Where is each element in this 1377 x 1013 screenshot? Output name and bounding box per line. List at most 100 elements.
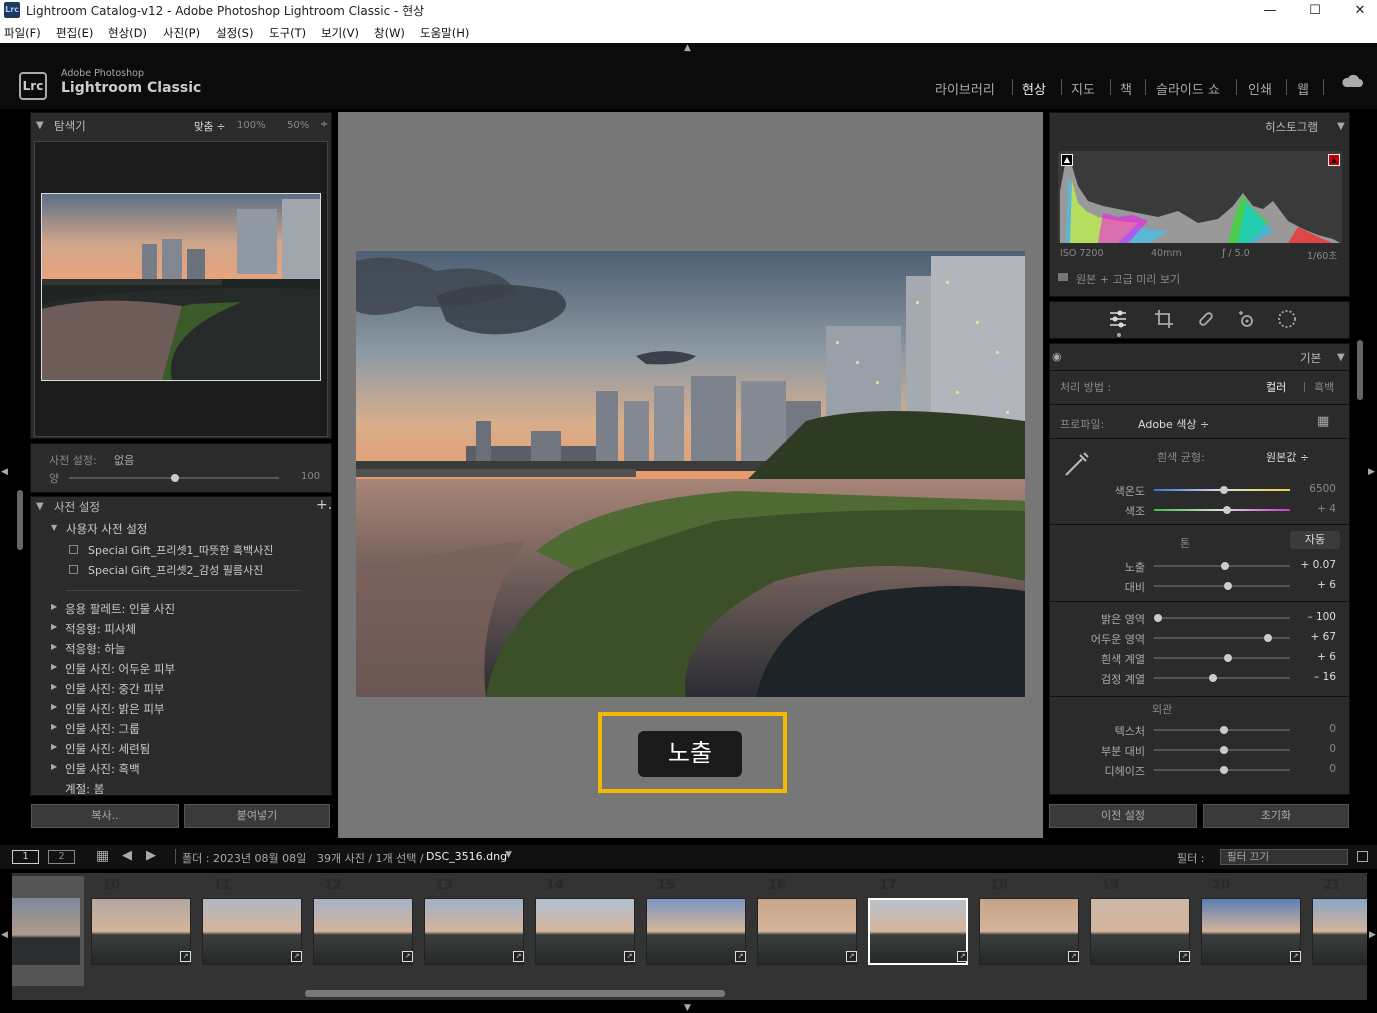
slider-knob[interactable] [1220,486,1228,494]
slider-track[interactable] [1154,614,1290,622]
module-print[interactable]: 인쇄 [1248,79,1272,98]
zoom-more[interactable]: ÷ [320,119,328,130]
frame-thumbnail[interactable] [1201,898,1301,965]
slider-track[interactable] [1154,486,1290,494]
menu-photo[interactable]: 사진(P) [163,25,200,41]
profile-select[interactable]: Adobe 색상 ÷ [1138,416,1209,432]
collapse-bottom-icon[interactable]: ▼ [684,1003,691,1013]
slider-value[interactable]: – 100 [1296,611,1336,623]
navigator-preview[interactable] [41,193,321,381]
preset-group[interactable]: 인물 사진: 세련됨 [51,741,150,757]
menu-tools[interactable]: 도구(T) [269,25,306,41]
preset-group[interactable]: 인물 사진: 밝은 피부 [51,701,165,717]
preset-group[interactable]: 적응형: 하늘 [51,641,126,657]
frame-thumbnail[interactable] [757,898,857,965]
filmstrip-frame-partial[interactable] [12,876,85,986]
module-slideshow[interactable]: 슬라이드 쇼 [1156,79,1220,98]
frame-thumbnail[interactable] [424,898,524,965]
menu-view[interactable]: 보기(V) [321,25,359,41]
slider-value[interactable]: 0 [1296,763,1336,775]
forward-arrow-icon[interactable]: ▶ [146,848,156,863]
frame-thumbnail[interactable] [313,898,413,965]
primary-display-button[interactable]: 1 [12,850,39,864]
histogram-graph[interactable] [1058,151,1342,243]
filmstrip-frame[interactable]: 15 ↗ [624,876,746,986]
filmstrip-frame[interactable]: 12 ↗ [291,876,413,986]
frame-thumbnail[interactable] [535,898,635,965]
treatment-bw[interactable]: 흑백 [1314,379,1334,395]
collapse-triangle-icon[interactable]: ▼ [1337,121,1345,132]
profile-browser-icon[interactable]: ▦ [1317,414,1329,429]
slider-value[interactable]: 6500 [1296,483,1336,495]
filmstrip-frame[interactable]: 18 ↗ [957,876,1079,986]
slider-value[interactable]: + 67 [1296,631,1337,643]
slider-knob[interactable] [1223,582,1232,590]
filmstrip-frame[interactable]: 13 ↗ [402,876,524,986]
filmstrip-frame[interactable]: 17 ↗ [846,876,968,986]
edit-sliders-icon[interactable] [1108,309,1128,333]
copy-button[interactable]: 복사.. [31,804,179,828]
red-eye-icon[interactable] [1237,309,1257,333]
slider-value[interactable]: + 0.07 [1296,559,1336,571]
frame-thumbnail[interactable] [1090,898,1190,965]
close-button[interactable]: ✕ [1338,0,1377,21]
filmstrip-frame[interactable]: 16 ↗ [735,876,857,986]
maximize-button[interactable]: ☐ [1293,0,1337,21]
slider-knob[interactable] [1222,506,1231,514]
user-preset-item[interactable]: Special Gift_프리셋1_따뜻한 흑백사진 [88,542,273,558]
slider-track[interactable] [1154,746,1290,754]
preset-group[interactable]: 계절: 봄 [65,781,104,794]
healing-icon[interactable] [1196,309,1216,333]
module-book[interactable]: 책 [1120,79,1132,98]
collapse-left-icon[interactable]: ◀ [1,467,8,477]
collapse-triangle-icon[interactable]: ▼ [36,501,44,512]
minimize-button[interactable]: — [1248,0,1292,21]
user-preset-item[interactable]: Special Gift_프리셋2_감성 필름사진 [88,562,263,578]
preset-group[interactable]: 인물 사진: 그룹 [51,721,140,737]
frame-thumbnail[interactable] [202,898,302,965]
filter-select[interactable]: 필터 끄기 [1220,849,1348,865]
cloud-icon[interactable] [1340,73,1364,93]
slider-track[interactable] [1154,506,1290,514]
slider-knob[interactable] [1220,746,1228,754]
expand-triangle-icon[interactable]: ▼ [51,523,57,532]
filmstrip-frame[interactable]: 14 ↗ [513,876,635,986]
menu-edit[interactable]: 편집(E) [56,25,93,41]
auto-button[interactable]: 자동 [1290,531,1340,549]
slider-value[interactable]: + 6 [1296,651,1336,663]
secondary-display-button[interactable]: 2 [48,850,75,864]
collapse-top-icon[interactable]: ▲ [684,43,691,53]
back-arrow-icon[interactable]: ◀ [122,848,132,863]
filmstrip-left-icon[interactable]: ◀ [1,930,8,940]
slider-track[interactable] [1154,654,1290,662]
zoom-fit[interactable]: 맞춤 ÷ [194,119,225,134]
filmstrip-scrollbar[interactable] [305,990,725,997]
eyedropper-icon[interactable] [1062,449,1092,483]
filmstrip-frame[interactable]: 10 [86,876,191,986]
slider-track[interactable] [1154,726,1290,734]
preset-group[interactable]: 인물 사진: 흑백 [51,761,140,777]
treatment-color[interactable]: 컬러 [1266,379,1286,395]
collapse-right-icon[interactable]: ▶ [1368,467,1375,477]
frame-thumbnail[interactable] [91,898,191,965]
slider-knob[interactable] [1223,654,1232,662]
grid-view-icon[interactable]: ▦ [96,848,109,864]
module-web[interactable]: 웹 [1297,79,1309,98]
slider-value[interactable]: – 16 [1296,671,1336,683]
filmstrip-frame[interactable]: 11 ↗ [180,876,302,986]
shadow-clipping-icon[interactable]: ▲ [1061,154,1073,166]
preset-group[interactable]: 인물 사진: 중간 피부 [51,681,165,697]
slider-knob[interactable] [1221,562,1230,570]
previous-settings-button[interactable]: 이전 설정 [1049,804,1197,828]
filename[interactable]: DSC_3516.dng [426,850,507,863]
frame-thumbnail[interactable] [979,898,1079,965]
slider-track[interactable] [1154,766,1290,774]
slider-value[interactable]: + 6 [1296,579,1336,591]
filter-lock-icon[interactable] [1357,851,1368,862]
filmstrip-frame[interactable]: 20 ↗ [1179,876,1301,986]
visibility-eye-icon[interactable]: ◉ [1052,350,1062,363]
wb-select[interactable]: 원본값 ÷ [1266,449,1309,465]
slider-knob[interactable] [1154,614,1162,622]
slider-track[interactable] [1154,674,1290,682]
slider-track[interactable] [1154,634,1290,642]
